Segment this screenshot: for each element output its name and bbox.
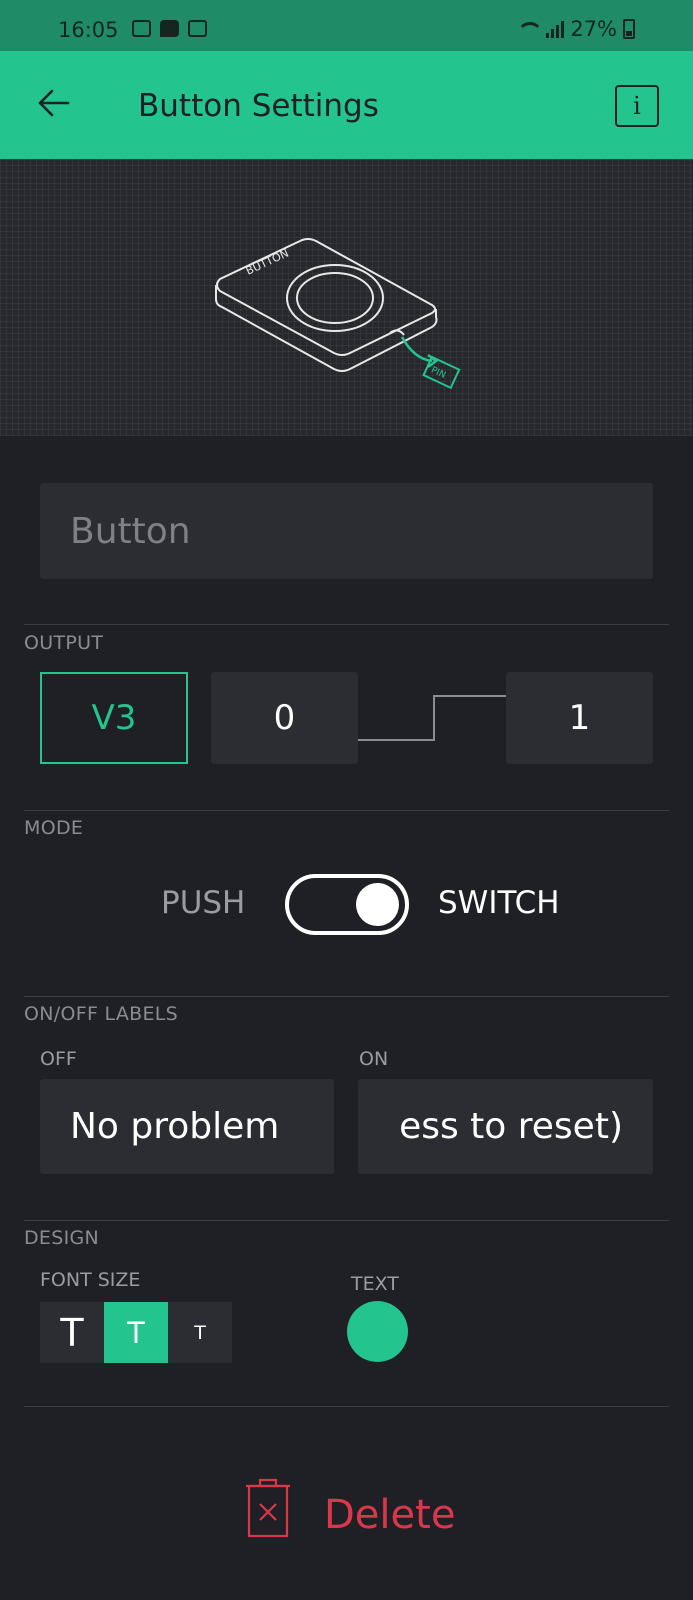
pin-value: V3 [91, 698, 137, 738]
font-size-medium-button[interactable]: T [104, 1302, 168, 1363]
illustration-button-label: BUTTON [244, 247, 291, 278]
design-section-label: DESIGN [24, 1227, 100, 1249]
widget-name-input[interactable] [40, 483, 653, 579]
notification-icons [132, 20, 207, 37]
low-value: 0 [273, 698, 296, 738]
page-title: Button Settings [138, 88, 379, 124]
off-label-value: No problem [70, 1106, 280, 1147]
font-size-large-glyph: T [60, 1310, 84, 1355]
high-value: 1 [568, 698, 591, 738]
font-size-medium-glyph: T [127, 1315, 145, 1350]
output-section-label: OUTPUT [24, 632, 104, 654]
pin-selector[interactable]: V3 [40, 672, 188, 764]
step-signal-icon [358, 695, 506, 741]
divider [24, 624, 669, 625]
text-color-picker[interactable] [347, 1301, 408, 1362]
system-icons: 27% [516, 17, 635, 41]
trash-icon [246, 1478, 290, 1538]
status-time: 16:05 [58, 18, 119, 42]
battery-icon [623, 19, 635, 39]
signal-icon [546, 20, 565, 38]
voicemail-icon [188, 20, 207, 37]
mode-section-label: MODE [24, 817, 84, 839]
app-bar: Button Settings i [0, 51, 693, 159]
divider [24, 810, 669, 811]
on-label-input[interactable]: ess to reset) [358, 1079, 653, 1174]
info-icon: i [633, 92, 641, 120]
font-size-label: FONT SIZE [40, 1269, 141, 1291]
wifi-icon [516, 20, 544, 38]
off-label-input[interactable]: No problem [40, 1079, 334, 1174]
status-bar: 16:05 27% [0, 0, 693, 51]
mode-switch-label[interactable]: SWITCH [438, 885, 560, 921]
gallery-icon [132, 20, 151, 37]
on-label-heading: ON [359, 1048, 389, 1070]
font-size-large-button[interactable]: T [40, 1302, 104, 1363]
delete-label: Delete [324, 1492, 456, 1538]
on-label-value: ess to reset) [399, 1106, 623, 1147]
mode-push-label[interactable]: PUSH [161, 885, 245, 921]
battery-percentage: 27% [570, 17, 617, 41]
button-illustration: BUTTON PIN [215, 238, 461, 390]
high-value-input[interactable]: 1 [506, 672, 653, 764]
labels-section-label: ON/OFF LABELS [24, 1003, 179, 1025]
back-arrow-icon[interactable] [34, 81, 74, 125]
divider [24, 1220, 669, 1221]
delete-button[interactable]: Delete [244, 1474, 455, 1556]
widget-preview: BUTTON PIN [0, 159, 693, 436]
font-size-small-button[interactable]: T [168, 1302, 232, 1363]
font-size-selector: T T T [40, 1302, 232, 1363]
divider [24, 996, 669, 997]
low-value-input[interactable]: 0 [211, 672, 358, 764]
toggle-knob [356, 883, 399, 926]
divider [24, 1406, 669, 1407]
font-size-small-glyph: T [194, 1321, 206, 1344]
message-icon [160, 20, 179, 37]
off-label-heading: OFF [40, 1048, 77, 1070]
mode-toggle[interactable] [285, 874, 409, 935]
info-button[interactable]: i [615, 85, 659, 127]
text-color-label: TEXT [351, 1273, 399, 1295]
